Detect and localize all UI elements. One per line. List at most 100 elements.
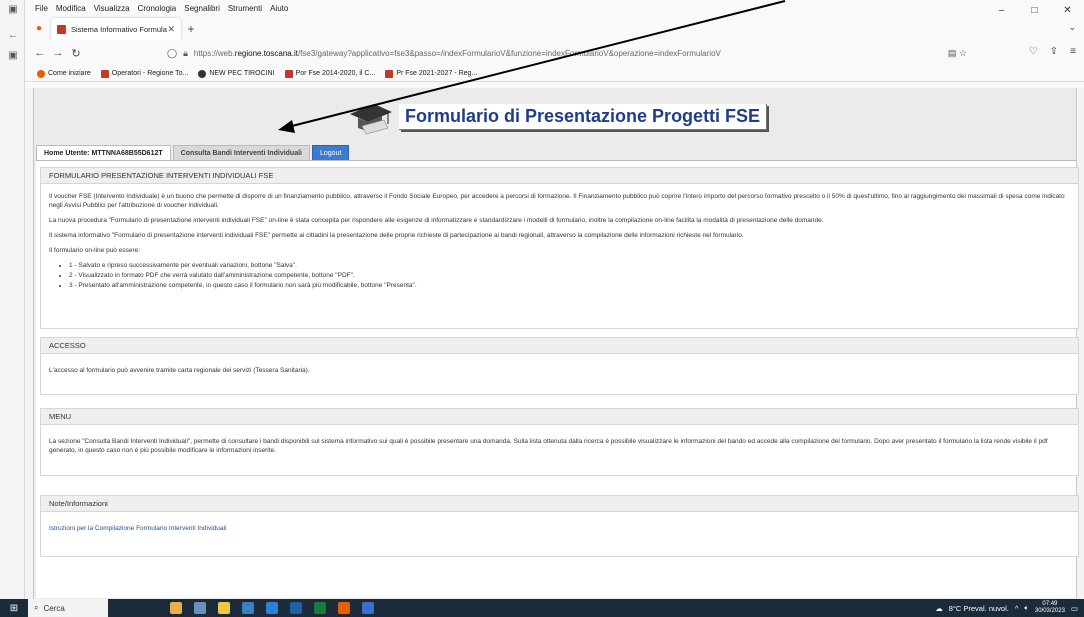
menu-visualizza[interactable]: Visualizza [94, 4, 130, 13]
chrome-icon[interactable] [242, 602, 254, 614]
excel-icon[interactable] [314, 602, 326, 614]
panel-title: Note/Informazioni [41, 496, 1078, 512]
shield-icon[interactable]: ◯ [167, 48, 177, 59]
panel-title: ACCESSO [41, 338, 1078, 354]
bookmark-favicon-icon [284, 69, 293, 78]
url-prefix: https://web. [193, 48, 235, 58]
clock[interactable]: 07:49 30/03/2023 [1035, 601, 1065, 615]
menu-file[interactable]: File [35, 4, 48, 13]
graduation-cap-icon [350, 104, 392, 135]
tab-consulta-bandi[interactable]: Consulta Bandi Interventi Individuali [172, 145, 310, 160]
tab-home-utente[interactable]: Home Utente: MTTNNA68B55D612T [36, 145, 171, 160]
paragraph: La nuova procedura "Formulario di presen… [49, 217, 824, 224]
system-tray: ☁ 8°C Preval. nuvol. ^ 🔈︎ 07:49 30/03/20… [935, 599, 1078, 617]
list-item: 2 - Visualizzato in formato PDF che verr… [69, 271, 1070, 280]
panel-note: Note/Informazioni Istruzioni per la Comp… [40, 495, 1079, 557]
outlook-icon[interactable] [290, 602, 302, 614]
menu-bar: File Modifica Visualizza Cronologia Segn… [25, 0, 1084, 16]
paragraph: Il voucher FSE (Intervento Individuale) … [49, 193, 1065, 209]
forward-arrow-icon[interactable]: → [49, 47, 67, 59]
panel-body: Il voucher FSE (Intervento Individuale) … [41, 184, 1078, 290]
task-view-icon[interactable] [194, 602, 206, 614]
back-icon[interactable]: ← [7, 30, 19, 42]
search-placeholder: Cerca [43, 603, 65, 613]
new-tab-button[interactable]: + [181, 18, 201, 40]
bookmark-label: Pr Fse 2021-2027 - Reg... [396, 70, 478, 77]
reload-icon[interactable]: ↻ [67, 47, 85, 60]
search-icon: ⌕ [34, 603, 39, 612]
browser-tab[interactable]: Sistema Informativo Formulario ✕ [51, 18, 181, 40]
firefox-icon[interactable] [338, 602, 350, 614]
nav-bar: ← → ↻ ◯ 🔒︎ https://web. regione.toscana.i… [25, 40, 1084, 66]
menu-aiuto[interactable]: Aiuto [270, 4, 288, 13]
panel-title: MENU [41, 409, 1078, 425]
edge-icon[interactable] [266, 602, 278, 614]
url-host: regione.toscana.it [234, 48, 298, 58]
date: 30/03/2023 [1034, 608, 1065, 614]
menu-modifica[interactable]: Modifica [56, 4, 86, 13]
content-area: FORMULARIO PRESENTAZIONE INTERVENTI INDI… [36, 160, 1079, 598]
bookmark-item[interactable]: Operatori - Regione To... [100, 69, 189, 78]
istruzioni-link[interactable]: Istruzioni per la Compilazione Formulari… [49, 525, 226, 532]
toolbar-right: ♡ ⇪ ≡ [1029, 46, 1076, 57]
bookmark-favicon-icon [385, 69, 394, 78]
paragraph: Il formulario on-line può essere: [49, 247, 141, 254]
time: 07:49 [1042, 601, 1058, 607]
bookmark-item[interactable]: Come iniziare [37, 69, 91, 78]
tab-close-icon[interactable]: ✕ [167, 24, 175, 35]
page-header: Formulario di Presentazione Progetti FSE [34, 88, 1076, 146]
weather-icon: ☁ [935, 603, 943, 613]
bookmark-label: Operatori - Regione To... [111, 70, 189, 77]
app-title: Formulario di Presentazione Progetti FSE [399, 104, 768, 130]
left-app-strip: ▣ ← ▣ [0, 0, 25, 599]
notifications-icon[interactable]: ▭ [1071, 604, 1078, 613]
menu-segnalibri[interactable]: Segnalibri [184, 4, 220, 13]
bookmark-item[interactable]: Por Fse 2014-2020, il C... [284, 69, 375, 78]
volume-icon[interactable]: 🔈︎ [1024, 603, 1029, 613]
paragraph: La sezione "Consulta Bandi Interventi In… [49, 438, 1048, 454]
weather-text[interactable]: 8°C Preval. nuvol. [949, 604, 1009, 613]
menu-cronologia[interactable]: Cronologia [138, 4, 177, 13]
paragraph: Il sistema informativo "Formulario di pr… [49, 232, 744, 239]
bookmark-label: Come iniziare [48, 70, 91, 77]
list-item: 3 - Presentato all'amministrazione compe… [69, 281, 1070, 290]
logout-button[interactable]: Logout [312, 145, 350, 160]
browser-window: File Modifica Visualizza Cronologia Segn… [25, 0, 1084, 599]
reader-bookmark-icons[interactable]: ▤ ☆ [948, 48, 967, 59]
bookmark-label: NEW PEC TIROCINI [209, 70, 275, 77]
list-tabs-chevron-icon[interactable]: ⌄ [1068, 22, 1076, 33]
share-icon[interactable]: ⇪ [1050, 46, 1058, 57]
app-icon[interactable] [362, 602, 374, 614]
back-arrow-icon[interactable]: ← [31, 47, 49, 59]
lock-icon[interactable]: 🔒︎ [183, 48, 188, 59]
panel-body: Istruzioni per la Compilazione Formulari… [41, 512, 1078, 533]
panel-body: La sezione "Consulta Bandi Interventi In… [41, 425, 1078, 455]
panel-formulario: FORMULARIO PRESENTAZIONE INTERVENTI INDI… [40, 167, 1079, 329]
tab-strip: ● Sistema Informativo Formulario ✕ + ⌄ [25, 16, 1084, 40]
list-item: 1 - Salvato e ripreso successivamente pe… [69, 261, 1070, 270]
windows-start-icon[interactable]: ⊞ [0, 603, 28, 614]
panel-title: FORMULARIO PRESENTAZIONE INTERVENTI INDI… [41, 168, 1078, 184]
menu-strumenti[interactable]: Strumenti [228, 4, 262, 13]
file-explorer-icon[interactable] [218, 602, 230, 614]
people-icon[interactable] [170, 602, 182, 614]
app-icon[interactable]: ▣ [7, 4, 19, 16]
options-list: 1 - Salvato e ripreso successivamente pe… [69, 261, 1070, 290]
bookmarks-bar: Come iniziare Operatori - Regione To... … [25, 66, 1084, 82]
bookmark-favicon-icon [100, 69, 109, 78]
panel-menu: MENU La sezione "Consulta Bandi Interven… [40, 408, 1079, 476]
page: Formulario di Presentazione Progetti FSE… [33, 88, 1079, 599]
tray-chevron-icon[interactable]: ^ [1015, 604, 1019, 613]
bookmark-item[interactable]: NEW PEC TIROCINI [198, 69, 275, 78]
pocket-icon[interactable]: ♡ [1029, 46, 1038, 57]
app-menu-icon[interactable]: ≡ [1070, 46, 1076, 57]
page-tabs: Home Utente: MTTNNA68B55D612T Consulta B… [36, 145, 351, 160]
taskbar-search[interactable]: ⌕ Cerca [28, 599, 108, 617]
bookmark-item[interactable]: Pr Fse 2021-2027 - Reg... [385, 69, 478, 78]
url-bar[interactable]: ◯ 🔒︎ https://web. regione.toscana.it/fse3… [167, 43, 967, 63]
panel-body: L'accesso al formulario può avvenire tra… [41, 354, 1078, 375]
globe-icon [198, 69, 207, 78]
app-shortcut-icon[interactable]: ▣ [7, 50, 19, 62]
bookmark-favicon-icon [37, 69, 45, 78]
firefox-view-icon[interactable]: ● [27, 18, 51, 40]
